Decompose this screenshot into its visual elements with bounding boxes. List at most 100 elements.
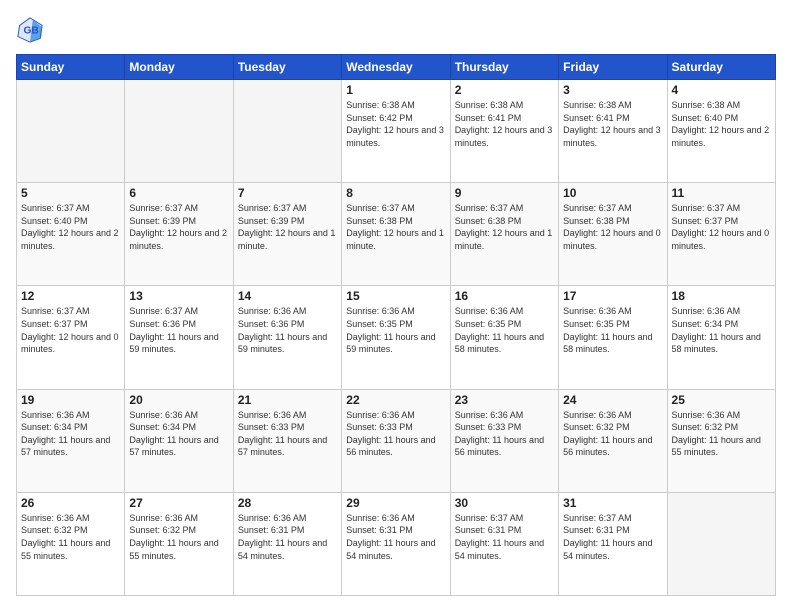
calendar-cell: 17 Sunrise: 6:36 AM Sunset: 6:35 PM Dayl… <box>559 286 667 389</box>
calendar-cell: 18 Sunrise: 6:36 AM Sunset: 6:34 PM Dayl… <box>667 286 775 389</box>
calendar-cell: 11 Sunrise: 6:37 AM Sunset: 6:37 PM Dayl… <box>667 183 775 286</box>
calendar-cell: 4 Sunrise: 6:38 AM Sunset: 6:40 PM Dayli… <box>667 80 775 183</box>
day-number: 31 <box>563 496 662 510</box>
calendar-cell: 21 Sunrise: 6:36 AM Sunset: 6:33 PM Dayl… <box>233 389 341 492</box>
calendar-cell: 29 Sunrise: 6:36 AM Sunset: 6:31 PM Dayl… <box>342 492 450 595</box>
day-info: Sunrise: 6:36 AM Sunset: 6:33 PM Dayligh… <box>455 409 554 459</box>
day-info: Sunrise: 6:37 AM Sunset: 6:31 PM Dayligh… <box>563 512 662 562</box>
day-info: Sunrise: 6:36 AM Sunset: 6:32 PM Dayligh… <box>129 512 228 562</box>
day-info: Sunrise: 6:37 AM Sunset: 6:38 PM Dayligh… <box>563 202 662 252</box>
day-number: 25 <box>672 393 771 407</box>
calendar-cell: 12 Sunrise: 6:37 AM Sunset: 6:37 PM Dayl… <box>17 286 125 389</box>
day-number: 3 <box>563 83 662 97</box>
day-info: Sunrise: 6:37 AM Sunset: 6:38 PM Dayligh… <box>455 202 554 252</box>
calendar-cell <box>125 80 233 183</box>
day-number: 10 <box>563 186 662 200</box>
day-number: 18 <box>672 289 771 303</box>
calendar-cell: 27 Sunrise: 6:36 AM Sunset: 6:32 PM Dayl… <box>125 492 233 595</box>
day-number: 5 <box>21 186 120 200</box>
calendar-cell: 14 Sunrise: 6:36 AM Sunset: 6:36 PM Dayl… <box>233 286 341 389</box>
calendar-cell <box>667 492 775 595</box>
day-info: Sunrise: 6:38 AM Sunset: 6:42 PM Dayligh… <box>346 99 445 149</box>
day-info: Sunrise: 6:37 AM Sunset: 6:38 PM Dayligh… <box>346 202 445 252</box>
logo-icon: GB <box>16 16 44 44</box>
weekday-header: Friday <box>559 55 667 80</box>
day-number: 13 <box>129 289 228 303</box>
calendar-week-row: 1 Sunrise: 6:38 AM Sunset: 6:42 PM Dayli… <box>17 80 776 183</box>
calendar-cell: 20 Sunrise: 6:36 AM Sunset: 6:34 PM Dayl… <box>125 389 233 492</box>
calendar-cell: 3 Sunrise: 6:38 AM Sunset: 6:41 PM Dayli… <box>559 80 667 183</box>
calendar-cell: 15 Sunrise: 6:36 AM Sunset: 6:35 PM Dayl… <box>342 286 450 389</box>
day-info: Sunrise: 6:36 AM Sunset: 6:32 PM Dayligh… <box>21 512 120 562</box>
day-number: 4 <box>672 83 771 97</box>
day-info: Sunrise: 6:36 AM Sunset: 6:34 PM Dayligh… <box>129 409 228 459</box>
calendar-week-row: 5 Sunrise: 6:37 AM Sunset: 6:40 PM Dayli… <box>17 183 776 286</box>
day-number: 20 <box>129 393 228 407</box>
calendar-cell: 28 Sunrise: 6:36 AM Sunset: 6:31 PM Dayl… <box>233 492 341 595</box>
logo: GB <box>16 16 48 44</box>
weekday-header: Saturday <box>667 55 775 80</box>
day-number: 22 <box>346 393 445 407</box>
day-number: 27 <box>129 496 228 510</box>
day-info: Sunrise: 6:37 AM Sunset: 6:39 PM Dayligh… <box>129 202 228 252</box>
day-number: 19 <box>21 393 120 407</box>
calendar-cell: 7 Sunrise: 6:37 AM Sunset: 6:39 PM Dayli… <box>233 183 341 286</box>
calendar-week-row: 19 Sunrise: 6:36 AM Sunset: 6:34 PM Dayl… <box>17 389 776 492</box>
day-info: Sunrise: 6:36 AM Sunset: 6:31 PM Dayligh… <box>346 512 445 562</box>
calendar-cell: 30 Sunrise: 6:37 AM Sunset: 6:31 PM Dayl… <box>450 492 558 595</box>
day-number: 9 <box>455 186 554 200</box>
calendar-week-row: 12 Sunrise: 6:37 AM Sunset: 6:37 PM Dayl… <box>17 286 776 389</box>
day-number: 23 <box>455 393 554 407</box>
day-info: Sunrise: 6:38 AM Sunset: 6:41 PM Dayligh… <box>563 99 662 149</box>
calendar-cell <box>233 80 341 183</box>
day-number: 29 <box>346 496 445 510</box>
calendar-cell <box>17 80 125 183</box>
day-number: 17 <box>563 289 662 303</box>
day-number: 21 <box>238 393 337 407</box>
svg-text:GB: GB <box>23 26 38 37</box>
day-number: 24 <box>563 393 662 407</box>
calendar-cell: 31 Sunrise: 6:37 AM Sunset: 6:31 PM Dayl… <box>559 492 667 595</box>
day-info: Sunrise: 6:37 AM Sunset: 6:36 PM Dayligh… <box>129 305 228 355</box>
calendar-cell: 25 Sunrise: 6:36 AM Sunset: 6:32 PM Dayl… <box>667 389 775 492</box>
day-number: 11 <box>672 186 771 200</box>
day-number: 6 <box>129 186 228 200</box>
weekday-header-row: SundayMondayTuesdayWednesdayThursdayFrid… <box>17 55 776 80</box>
day-info: Sunrise: 6:37 AM Sunset: 6:40 PM Dayligh… <box>21 202 120 252</box>
day-info: Sunrise: 6:36 AM Sunset: 6:32 PM Dayligh… <box>672 409 771 459</box>
day-info: Sunrise: 6:36 AM Sunset: 6:36 PM Dayligh… <box>238 305 337 355</box>
day-number: 15 <box>346 289 445 303</box>
header: GB <box>16 16 776 44</box>
day-info: Sunrise: 6:37 AM Sunset: 6:37 PM Dayligh… <box>672 202 771 252</box>
day-number: 28 <box>238 496 337 510</box>
weekday-header: Thursday <box>450 55 558 80</box>
day-info: Sunrise: 6:36 AM Sunset: 6:35 PM Dayligh… <box>563 305 662 355</box>
day-info: Sunrise: 6:36 AM Sunset: 6:33 PM Dayligh… <box>238 409 337 459</box>
day-info: Sunrise: 6:38 AM Sunset: 6:41 PM Dayligh… <box>455 99 554 149</box>
day-number: 16 <box>455 289 554 303</box>
calendar-cell: 9 Sunrise: 6:37 AM Sunset: 6:38 PM Dayli… <box>450 183 558 286</box>
day-info: Sunrise: 6:37 AM Sunset: 6:31 PM Dayligh… <box>455 512 554 562</box>
calendar-cell: 22 Sunrise: 6:36 AM Sunset: 6:33 PM Dayl… <box>342 389 450 492</box>
day-info: Sunrise: 6:37 AM Sunset: 6:39 PM Dayligh… <box>238 202 337 252</box>
calendar-cell: 10 Sunrise: 6:37 AM Sunset: 6:38 PM Dayl… <box>559 183 667 286</box>
calendar-cell: 24 Sunrise: 6:36 AM Sunset: 6:32 PM Dayl… <box>559 389 667 492</box>
calendar-cell: 13 Sunrise: 6:37 AM Sunset: 6:36 PM Dayl… <box>125 286 233 389</box>
day-info: Sunrise: 6:36 AM Sunset: 6:34 PM Dayligh… <box>672 305 771 355</box>
calendar-cell: 1 Sunrise: 6:38 AM Sunset: 6:42 PM Dayli… <box>342 80 450 183</box>
day-number: 12 <box>21 289 120 303</box>
day-info: Sunrise: 6:36 AM Sunset: 6:32 PM Dayligh… <box>563 409 662 459</box>
calendar-cell: 16 Sunrise: 6:36 AM Sunset: 6:35 PM Dayl… <box>450 286 558 389</box>
day-number: 30 <box>455 496 554 510</box>
weekday-header: Wednesday <box>342 55 450 80</box>
calendar-cell: 5 Sunrise: 6:37 AM Sunset: 6:40 PM Dayli… <box>17 183 125 286</box>
calendar-cell: 23 Sunrise: 6:36 AM Sunset: 6:33 PM Dayl… <box>450 389 558 492</box>
day-info: Sunrise: 6:36 AM Sunset: 6:35 PM Dayligh… <box>455 305 554 355</box>
day-info: Sunrise: 6:36 AM Sunset: 6:31 PM Dayligh… <box>238 512 337 562</box>
calendar-cell: 19 Sunrise: 6:36 AM Sunset: 6:34 PM Dayl… <box>17 389 125 492</box>
calendar-cell: 8 Sunrise: 6:37 AM Sunset: 6:38 PM Dayli… <box>342 183 450 286</box>
day-number: 7 <box>238 186 337 200</box>
weekday-header: Tuesday <box>233 55 341 80</box>
day-number: 1 <box>346 83 445 97</box>
calendar-cell: 26 Sunrise: 6:36 AM Sunset: 6:32 PM Dayl… <box>17 492 125 595</box>
